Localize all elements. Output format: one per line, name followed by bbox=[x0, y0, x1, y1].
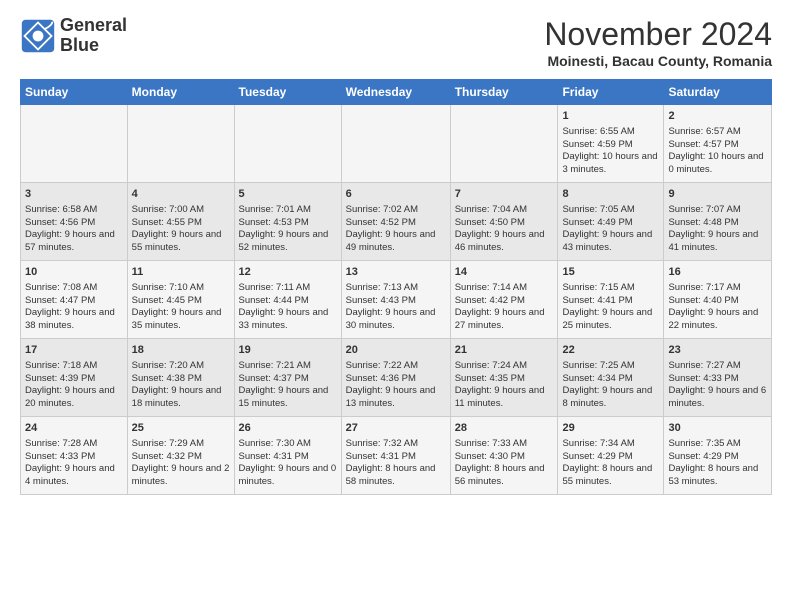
day-number: 22 bbox=[562, 343, 659, 358]
day-cell: 4Sunrise: 7:00 AMSunset: 4:55 PMDaylight… bbox=[127, 183, 234, 261]
day-cell: 12Sunrise: 7:11 AMSunset: 4:44 PMDayligh… bbox=[234, 261, 341, 339]
day-number: 2 bbox=[668, 109, 767, 124]
day-cell bbox=[21, 105, 128, 183]
day-cell: 10Sunrise: 7:08 AMSunset: 4:47 PMDayligh… bbox=[21, 261, 128, 339]
day-cell: 27Sunrise: 7:32 AMSunset: 4:31 PMDayligh… bbox=[341, 417, 450, 495]
day-cell: 9Sunrise: 7:07 AMSunset: 4:48 PMDaylight… bbox=[664, 183, 772, 261]
day-number: 18 bbox=[132, 343, 230, 358]
day-cell: 15Sunrise: 7:15 AMSunset: 4:41 PMDayligh… bbox=[558, 261, 664, 339]
day-number: 17 bbox=[25, 343, 123, 358]
weekday-header-monday: Monday bbox=[127, 80, 234, 105]
logo-text: General Blue bbox=[60, 16, 127, 56]
title-block: November 2024 Moinesti, Bacau County, Ro… bbox=[544, 16, 772, 69]
day-cell: 8Sunrise: 7:05 AMSunset: 4:49 PMDaylight… bbox=[558, 183, 664, 261]
day-cell: 21Sunrise: 7:24 AMSunset: 4:35 PMDayligh… bbox=[450, 339, 558, 417]
day-cell: 22Sunrise: 7:25 AMSunset: 4:34 PMDayligh… bbox=[558, 339, 664, 417]
day-cell: 28Sunrise: 7:33 AMSunset: 4:30 PMDayligh… bbox=[450, 417, 558, 495]
day-number: 16 bbox=[668, 265, 767, 280]
week-row-2: 3Sunrise: 6:58 AMSunset: 4:56 PMDaylight… bbox=[21, 183, 772, 261]
header: General Blue November 2024 Moinesti, Bac… bbox=[20, 16, 772, 69]
day-cell: 25Sunrise: 7:29 AMSunset: 4:32 PMDayligh… bbox=[127, 417, 234, 495]
day-cell: 30Sunrise: 7:35 AMSunset: 4:29 PMDayligh… bbox=[664, 417, 772, 495]
day-cell: 6Sunrise: 7:02 AMSunset: 4:52 PMDaylight… bbox=[341, 183, 450, 261]
day-number: 7 bbox=[455, 187, 554, 202]
day-number: 28 bbox=[455, 421, 554, 436]
day-cell: 23Sunrise: 7:27 AMSunset: 4:33 PMDayligh… bbox=[664, 339, 772, 417]
day-number: 19 bbox=[239, 343, 337, 358]
day-cell: 26Sunrise: 7:30 AMSunset: 4:31 PMDayligh… bbox=[234, 417, 341, 495]
day-cell: 1Sunrise: 6:55 AMSunset: 4:59 PMDaylight… bbox=[558, 105, 664, 183]
day-number: 6 bbox=[346, 187, 446, 202]
logo-line2: Blue bbox=[60, 36, 127, 56]
day-number: 23 bbox=[668, 343, 767, 358]
weekday-header-saturday: Saturday bbox=[664, 80, 772, 105]
day-number: 26 bbox=[239, 421, 337, 436]
week-row-5: 24Sunrise: 7:28 AMSunset: 4:33 PMDayligh… bbox=[21, 417, 772, 495]
day-number: 10 bbox=[25, 265, 123, 280]
week-row-3: 10Sunrise: 7:08 AMSunset: 4:47 PMDayligh… bbox=[21, 261, 772, 339]
day-cell: 19Sunrise: 7:21 AMSunset: 4:37 PMDayligh… bbox=[234, 339, 341, 417]
day-cell: 7Sunrise: 7:04 AMSunset: 4:50 PMDaylight… bbox=[450, 183, 558, 261]
weekday-header-friday: Friday bbox=[558, 80, 664, 105]
day-number: 4 bbox=[132, 187, 230, 202]
day-number: 25 bbox=[132, 421, 230, 436]
weekday-header-thursday: Thursday bbox=[450, 80, 558, 105]
day-number: 30 bbox=[668, 421, 767, 436]
day-cell: 18Sunrise: 7:20 AMSunset: 4:38 PMDayligh… bbox=[127, 339, 234, 417]
day-number: 15 bbox=[562, 265, 659, 280]
day-cell: 2Sunrise: 6:57 AMSunset: 4:57 PMDaylight… bbox=[664, 105, 772, 183]
week-row-4: 17Sunrise: 7:18 AMSunset: 4:39 PMDayligh… bbox=[21, 339, 772, 417]
day-cell: 5Sunrise: 7:01 AMSunset: 4:53 PMDaylight… bbox=[234, 183, 341, 261]
day-cell: 24Sunrise: 7:28 AMSunset: 4:33 PMDayligh… bbox=[21, 417, 128, 495]
week-row-1: 1Sunrise: 6:55 AMSunset: 4:59 PMDaylight… bbox=[21, 105, 772, 183]
day-cell: 20Sunrise: 7:22 AMSunset: 4:36 PMDayligh… bbox=[341, 339, 450, 417]
day-cell bbox=[127, 105, 234, 183]
day-number: 27 bbox=[346, 421, 446, 436]
weekday-header-tuesday: Tuesday bbox=[234, 80, 341, 105]
day-number: 13 bbox=[346, 265, 446, 280]
day-number: 5 bbox=[239, 187, 337, 202]
day-cell: 17Sunrise: 7:18 AMSunset: 4:39 PMDayligh… bbox=[21, 339, 128, 417]
day-number: 3 bbox=[25, 187, 123, 202]
day-cell bbox=[341, 105, 450, 183]
day-cell: 11Sunrise: 7:10 AMSunset: 4:45 PMDayligh… bbox=[127, 261, 234, 339]
day-number: 14 bbox=[455, 265, 554, 280]
day-cell: 14Sunrise: 7:14 AMSunset: 4:42 PMDayligh… bbox=[450, 261, 558, 339]
day-number: 20 bbox=[346, 343, 446, 358]
day-cell bbox=[450, 105, 558, 183]
logo: General Blue bbox=[20, 16, 127, 56]
day-cell: 3Sunrise: 6:58 AMSunset: 4:56 PMDaylight… bbox=[21, 183, 128, 261]
day-number: 8 bbox=[562, 187, 659, 202]
calendar-table: SundayMondayTuesdayWednesdayThursdayFrid… bbox=[20, 79, 772, 495]
day-cell: 16Sunrise: 7:17 AMSunset: 4:40 PMDayligh… bbox=[664, 261, 772, 339]
month-title: November 2024 bbox=[544, 16, 772, 53]
day-number: 21 bbox=[455, 343, 554, 358]
day-cell bbox=[234, 105, 341, 183]
weekday-header-row: SundayMondayTuesdayWednesdayThursdayFrid… bbox=[21, 80, 772, 105]
logo-line1: General bbox=[60, 16, 127, 36]
page: General Blue November 2024 Moinesti, Bac… bbox=[0, 0, 792, 505]
day-number: 12 bbox=[239, 265, 337, 280]
day-number: 11 bbox=[132, 265, 230, 280]
day-number: 9 bbox=[668, 187, 767, 202]
day-number: 1 bbox=[562, 109, 659, 124]
location: Moinesti, Bacau County, Romania bbox=[544, 53, 772, 69]
day-number: 29 bbox=[562, 421, 659, 436]
logo-icon bbox=[20, 18, 56, 54]
weekday-header-sunday: Sunday bbox=[21, 80, 128, 105]
day-number: 24 bbox=[25, 421, 123, 436]
weekday-header-wednesday: Wednesday bbox=[341, 80, 450, 105]
day-cell: 29Sunrise: 7:34 AMSunset: 4:29 PMDayligh… bbox=[558, 417, 664, 495]
day-cell: 13Sunrise: 7:13 AMSunset: 4:43 PMDayligh… bbox=[341, 261, 450, 339]
